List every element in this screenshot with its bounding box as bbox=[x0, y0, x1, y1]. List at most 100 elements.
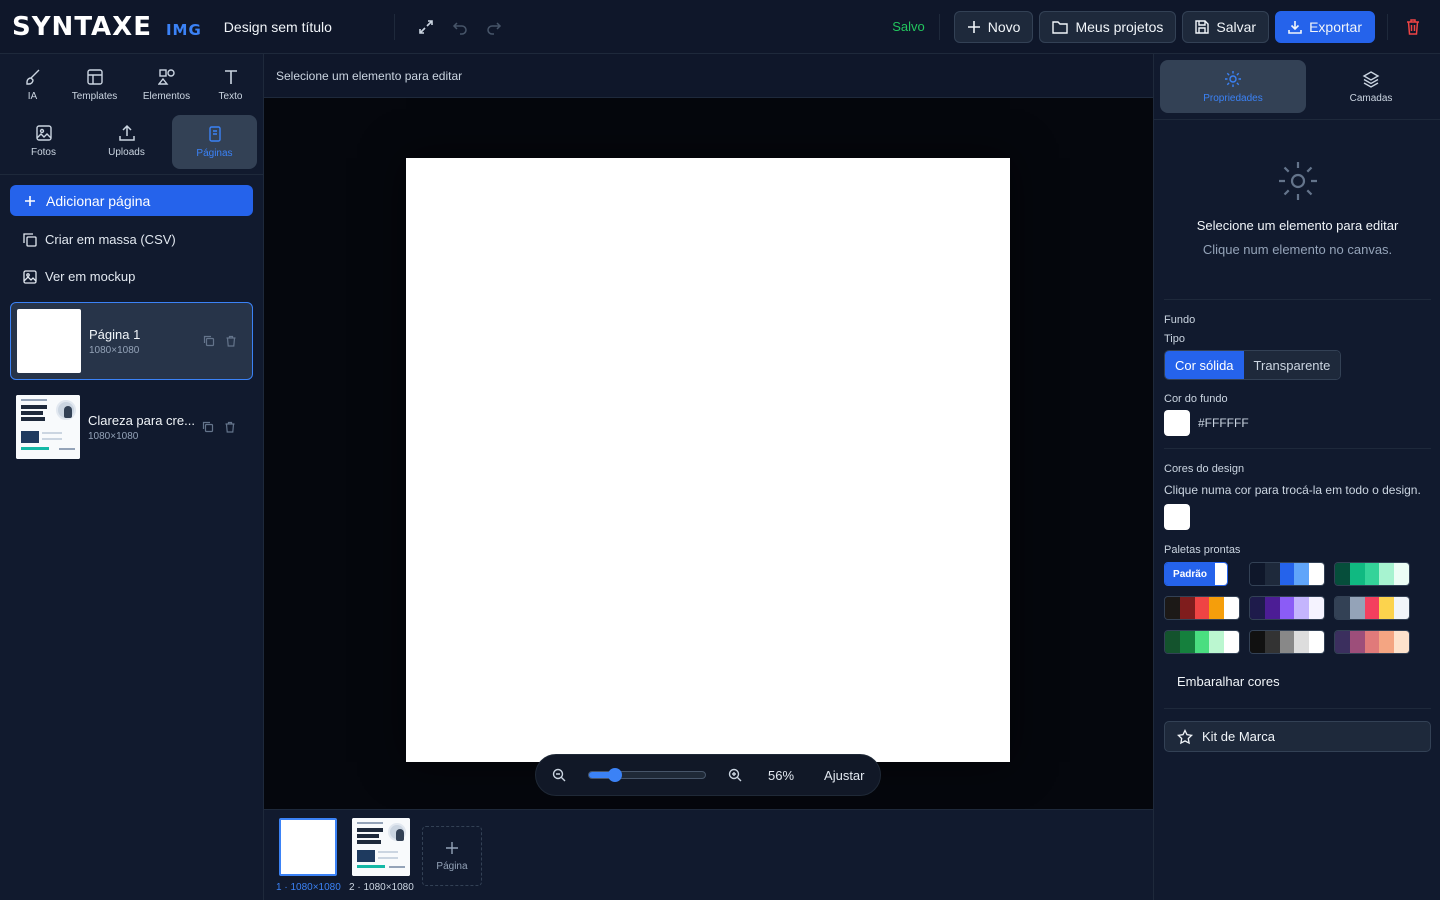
add-page-tile[interactable]: Página bbox=[422, 826, 482, 886]
trash-icon[interactable] bbox=[225, 335, 237, 347]
zoom-control: 56% Ajustar bbox=[535, 754, 881, 796]
upload-icon bbox=[118, 124, 135, 141]
filmstrip-thumbnail bbox=[352, 818, 411, 876]
palette-color bbox=[1349, 631, 1365, 653]
add-page-button[interactable]: Adicionar página bbox=[10, 185, 253, 216]
divider bbox=[1164, 299, 1431, 300]
left-sidebar: IA Templates Elementos Texto Fotos Uploa… bbox=[0, 54, 264, 900]
design-color-swatch[interactable] bbox=[1164, 504, 1190, 530]
bg-color-swatch[interactable] bbox=[1164, 410, 1190, 436]
palette-color bbox=[1194, 597, 1210, 619]
fit-button[interactable]: Ajustar bbox=[824, 768, 864, 783]
palette-color bbox=[1294, 631, 1310, 653]
tab-properties[interactable]: Propriedades bbox=[1160, 60, 1306, 113]
palette-color bbox=[1379, 563, 1395, 585]
filmstrip-page[interactable]: 1 · 1080×1080 bbox=[276, 818, 341, 893]
canvas-hint: Selecione um elemento para editar bbox=[276, 68, 463, 83]
palette-color bbox=[1279, 597, 1295, 619]
save-button[interactable]: Salvar bbox=[1182, 10, 1270, 43]
image-icon bbox=[35, 125, 52, 141]
palette-color bbox=[1335, 597, 1350, 619]
palette-swatch[interactable] bbox=[1164, 630, 1240, 654]
palette-color bbox=[1165, 597, 1180, 619]
palette-swatch[interactable] bbox=[1334, 596, 1410, 620]
my-projects-button[interactable]: Meus projetos bbox=[1039, 10, 1177, 43]
duplicate-icon[interactable] bbox=[202, 421, 214, 433]
palette-color bbox=[1309, 597, 1324, 619]
design-colors-label: Cores do design bbox=[1164, 463, 1245, 475]
tab-layers[interactable]: Camadas bbox=[1298, 60, 1440, 113]
shuffle-colors-button[interactable]: Embaralhar cores bbox=[1177, 674, 1280, 689]
palette-color bbox=[1264, 563, 1280, 585]
zoom-percent: 56% bbox=[768, 767, 795, 783]
trash-icon[interactable] bbox=[224, 421, 236, 433]
logo[interactable]: SYNTAXE IMG bbox=[12, 12, 202, 42]
bulk-create-label: Criar em massa (CSV) bbox=[45, 232, 176, 247]
brand-kit-button[interactable]: Kit de Marca bbox=[1164, 721, 1431, 752]
sun-icon bbox=[1278, 162, 1317, 200]
palette-swatch[interactable] bbox=[1249, 596, 1325, 620]
new-button[interactable]: Novo bbox=[953, 10, 1034, 43]
image-icon bbox=[23, 269, 37, 284]
palette-color bbox=[1250, 631, 1265, 653]
page-card[interactable]: Clareza para cre... 1080×1080 bbox=[10, 388, 253, 466]
palette-color bbox=[1394, 597, 1409, 619]
design-colors-hint: Clique numa cor para trocá-la em todo o … bbox=[1164, 483, 1421, 497]
filmstrip-page[interactable]: 2 · 1080×1080 bbox=[349, 818, 414, 893]
mockup-button[interactable]: Ver em mockup bbox=[23, 269, 135, 284]
palette-swatch[interactable] bbox=[1334, 562, 1410, 586]
tool-label: Templates bbox=[71, 91, 118, 102]
option-transparent[interactable]: Transparente bbox=[1243, 351, 1341, 379]
canvas-area[interactable]: 56% Ajustar bbox=[264, 98, 1153, 809]
tool-label: Fotos bbox=[30, 147, 56, 158]
star-icon bbox=[1177, 728, 1193, 744]
option-solid-color[interactable]: Cor sólida bbox=[1165, 351, 1244, 379]
page-card[interactable]: Página 1 1080×1080 bbox=[10, 302, 253, 380]
page-size: 1080×1080 bbox=[89, 344, 140, 356]
palette-swatch[interactable] bbox=[1249, 562, 1325, 586]
fullscreen-button[interactable] bbox=[409, 10, 443, 44]
palette-color bbox=[1250, 563, 1265, 585]
palette-color bbox=[1294, 597, 1310, 619]
export-button[interactable]: Exportar bbox=[1275, 10, 1375, 43]
document-title[interactable]: Design sem título bbox=[224, 19, 394, 35]
tab-label: Propriedades bbox=[1203, 92, 1263, 104]
palette-color bbox=[1394, 631, 1409, 653]
delete-design-button[interactable] bbox=[1396, 10, 1430, 44]
tool-pages[interactable]: Páginas bbox=[172, 115, 257, 169]
palette-swatch[interactable]: Padrão bbox=[1164, 562, 1228, 586]
palette-color bbox=[1224, 631, 1239, 653]
tool-text[interactable]: Texto bbox=[188, 58, 273, 112]
palette-swatch[interactable] bbox=[1334, 630, 1410, 654]
page-name: Clareza para cre... bbox=[88, 412, 195, 428]
zoom-slider-handle[interactable] bbox=[607, 768, 622, 782]
bg-color-hex[interactable]: #FFFFFF bbox=[1198, 416, 1249, 430]
artboard[interactable] bbox=[406, 158, 1010, 762]
palette-color bbox=[1179, 597, 1195, 619]
redo-button[interactable] bbox=[477, 10, 511, 44]
tool-label: Elementos bbox=[142, 91, 191, 102]
duplicate-icon[interactable] bbox=[203, 335, 215, 347]
zoom-slider[interactable] bbox=[588, 768, 706, 782]
pages-icon bbox=[208, 126, 221, 142]
zoom-out-button[interactable] bbox=[544, 758, 574, 792]
zoom-in-button[interactable] bbox=[720, 758, 750, 792]
logo-suffix: IMG bbox=[165, 20, 202, 39]
brush-icon bbox=[25, 69, 39, 85]
palette-color bbox=[1349, 563, 1365, 585]
undo-button[interactable] bbox=[443, 10, 477, 44]
tool-photos[interactable]: Fotos bbox=[1, 114, 86, 168]
design-preview bbox=[352, 818, 411, 876]
palette-color bbox=[1224, 597, 1239, 619]
palette-swatch[interactable] bbox=[1164, 596, 1240, 620]
palette-color bbox=[1165, 631, 1180, 653]
tool-label: IA bbox=[27, 91, 38, 102]
palette-swatch[interactable] bbox=[1249, 630, 1325, 654]
save-button-label: Salvar bbox=[1216, 18, 1257, 35]
palettes-label: Paletas prontas bbox=[1164, 544, 1241, 556]
palette-color bbox=[1349, 597, 1365, 619]
bulk-create-button[interactable]: Criar em massa (CSV) bbox=[23, 232, 176, 247]
plus-icon bbox=[967, 20, 980, 33]
tool-uploads[interactable]: Uploads bbox=[84, 114, 169, 168]
add-page-label: Adicionar página bbox=[46, 192, 151, 209]
